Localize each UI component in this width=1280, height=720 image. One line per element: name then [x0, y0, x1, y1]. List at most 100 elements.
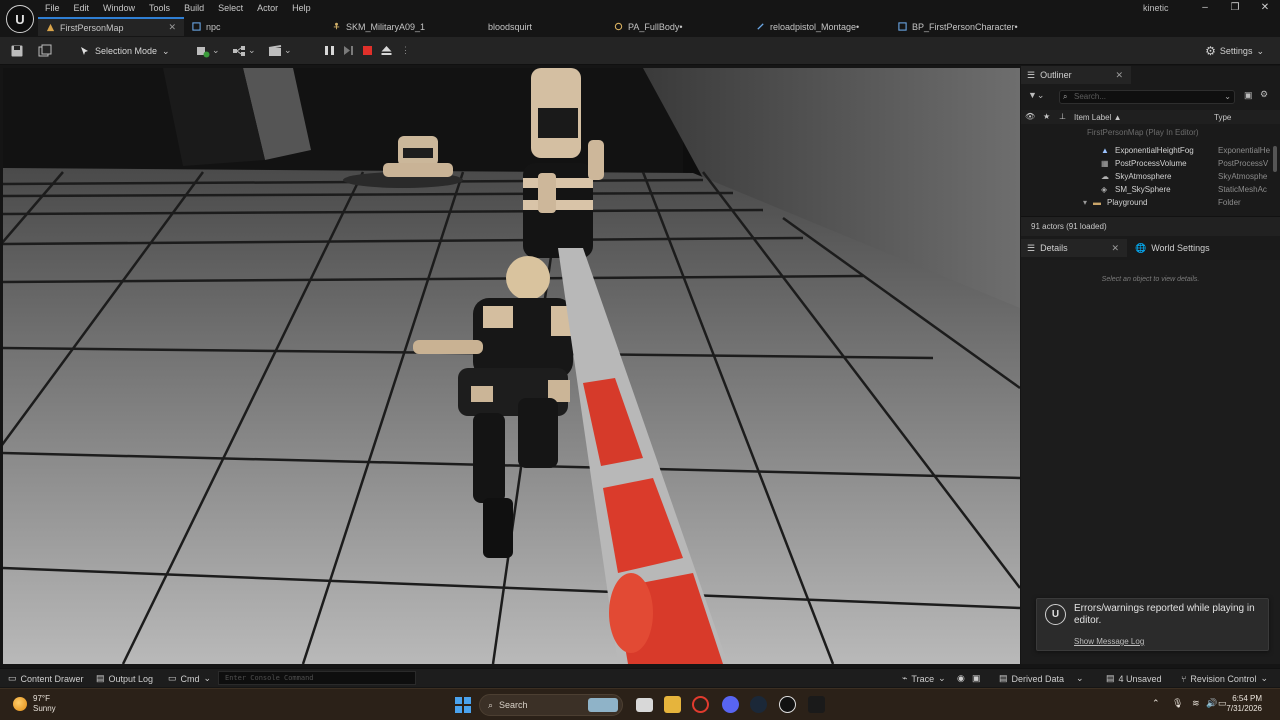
- visibility-icon[interactable]: 👁: [1025, 112, 1035, 121]
- chevron-down-icon[interactable]: ⌄: [284, 45, 292, 56]
- content-drawer-button[interactable]: ▭ Content Drawer: [8, 673, 84, 684]
- save-icon[interactable]: [10, 44, 24, 58]
- record-icon[interactable]: ◉: [957, 673, 965, 684]
- weather-widget[interactable]: 97°F Sunny: [13, 694, 56, 714]
- blueprints-icon[interactable]: [232, 44, 246, 58]
- screenshot-icon[interactable]: ▣: [972, 673, 981, 684]
- outliner-row[interactable]: ◈ SM_SkySphere StaticMeshAc: [1021, 184, 1276, 197]
- tab-npc[interactable]: npc: [184, 17, 324, 36]
- cinematics-icon[interactable]: [268, 44, 282, 58]
- tab-details[interactable]: ☰ Details ✕: [1021, 239, 1127, 257]
- row-type: StaticMeshAc: [1218, 185, 1267, 194]
- outliner-root-row[interactable]: FirstPersonMap (Play In Editor): [1021, 127, 1276, 140]
- close-icon[interactable]: ✕: [1250, 1, 1280, 15]
- tray-chevron-icon[interactable]: ⌃: [1152, 698, 1160, 709]
- windows-start-icon[interactable]: [455, 697, 471, 713]
- show-message-log-link[interactable]: Show Message Log: [1074, 637, 1144, 646]
- add-actor-icon[interactable]: [196, 44, 210, 58]
- gear-icon[interactable]: ⚙: [1260, 89, 1268, 100]
- outliner-row[interactable]: ☁ SkyAtmosphere SkyAtmosphe: [1021, 171, 1276, 184]
- row-type: Folder: [1218, 198, 1241, 207]
- filter-icon[interactable]: ▼⌄: [1028, 90, 1044, 101]
- opera-icon[interactable]: [692, 696, 709, 713]
- outliner-search-input[interactable]: ⌕ Search... ⌄: [1059, 90, 1235, 104]
- close-tab-icon[interactable]: ✕: [1115, 70, 1123, 81]
- tab-bp-firstpersoncharacter[interactable]: BP_FirstPersonCharacter•: [890, 17, 1065, 36]
- chevron-down-icon: ⌄: [1224, 92, 1231, 101]
- menu-help[interactable]: Help: [285, 2, 318, 14]
- tab-pa-fullbody[interactable]: PA_FullBody•: [606, 17, 748, 36]
- close-tab-icon[interactable]: ✕: [168, 22, 176, 33]
- menu-edit[interactable]: Edit: [67, 2, 97, 14]
- steam-icon[interactable]: [750, 696, 767, 713]
- unreal-logo-icon: U: [1045, 604, 1066, 625]
- menu-file[interactable]: File: [38, 2, 67, 14]
- system-clock[interactable]: 6:54 PM 7/31/2026: [1226, 694, 1262, 714]
- microphone-icon[interactable]: 🎙: [1172, 698, 1183, 709]
- stop-button[interactable]: [360, 43, 375, 58]
- tab-label: reloadpistol_Montage•: [770, 21, 860, 32]
- content-browser-icon[interactable]: [38, 44, 52, 58]
- revision-control-button[interactable]: ⑂ Revision Control ⌄: [1181, 673, 1268, 684]
- pause-button[interactable]: [322, 43, 337, 58]
- add-folder-icon[interactable]: ▣: [1244, 90, 1253, 101]
- menu-build[interactable]: Build: [177, 2, 211, 14]
- menu-window[interactable]: Window: [96, 2, 142, 14]
- wifi-icon[interactable]: ≋: [1192, 698, 1200, 709]
- chevron-down-icon: ⌄: [1260, 673, 1268, 683]
- favorite-icon[interactable]: ★: [1043, 112, 1050, 121]
- unreal-engine-icon[interactable]: [779, 696, 796, 713]
- taskbar-search[interactable]: ⌕ Search: [479, 694, 623, 716]
- close-tab-icon[interactable]: ✕: [1111, 243, 1119, 254]
- expand-chevron-icon[interactable]: ▾: [1083, 198, 1087, 207]
- more-options-icon[interactable]: ⋮: [398, 43, 413, 58]
- pin-icon[interactable]: ⊥: [1059, 112, 1066, 121]
- unsaved-button[interactable]: ▤ 4 Unsaved: [1106, 673, 1162, 684]
- battery-icon[interactable]: ▭: [1218, 698, 1227, 709]
- tab-world-settings[interactable]: 🌐 World Settings: [1129, 239, 1239, 257]
- sky-atmosphere-icon: ☁: [1101, 172, 1109, 181]
- eject-button[interactable]: [379, 43, 394, 58]
- cmd-dropdown[interactable]: ▭ Cmd ⌄: [168, 673, 211, 684]
- volume-icon[interactable]: 🔊: [1206, 698, 1217, 709]
- restore-icon[interactable]: ❐: [1220, 1, 1250, 15]
- selection-mode-dropdown[interactable]: Selection Mode ⌄: [80, 43, 170, 59]
- tab-outliner[interactable]: ☰ Outliner ✕: [1021, 66, 1131, 84]
- fog-icon: ▲: [1101, 146, 1109, 155]
- menu-actor[interactable]: Actor: [250, 2, 285, 14]
- tab-reloadpistol-montage[interactable]: reloadpistol_Montage•: [748, 17, 890, 36]
- level-viewport[interactable]: [3, 68, 1020, 664]
- stop-icon: [363, 46, 372, 55]
- menu-tools[interactable]: Tools: [142, 2, 177, 14]
- output-log-button[interactable]: ▤ Output Log: [96, 673, 153, 684]
- task-view-icon[interactable]: [636, 698, 653, 712]
- unreal-logo-icon[interactable]: U: [6, 5, 34, 33]
- skip-frame-button[interactable]: [341, 43, 356, 58]
- tab-skeletal-mesh[interactable]: SKM_MilitaryA09_1: [324, 17, 466, 36]
- outliner-row[interactable]: ▦ PostProcessVolume PostProcessV: [1021, 158, 1276, 171]
- minimize-icon[interactable]: –: [1190, 1, 1220, 15]
- console-command-input[interactable]: Enter Console Command: [218, 671, 416, 685]
- trace-dropdown[interactable]: ⌁ Trace ⌄: [902, 673, 946, 684]
- chevron-down-icon[interactable]: ⌄: [248, 45, 256, 56]
- column-item-label[interactable]: Item Label ▲: [1074, 113, 1122, 122]
- epic-games-icon[interactable]: [808, 696, 825, 713]
- column-type[interactable]: Type: [1214, 113, 1231, 122]
- settings-button[interactable]: ⚙ Settings ⌄: [1205, 44, 1264, 58]
- outliner-row[interactable]: ▲ ExponentialHeightFog ExponentialHe: [1021, 145, 1276, 158]
- outliner-scrollbar[interactable]: [1273, 146, 1277, 172]
- outliner-row[interactable]: ▾ ▬ Playground Folder: [1021, 197, 1276, 210]
- tab-firstpersonmap[interactable]: FirstPersonMap ✕: [38, 17, 184, 36]
- file-explorer-icon[interactable]: [664, 696, 681, 713]
- derived-data-dropdown[interactable]: ▤ Derived Data ⌄: [999, 673, 1084, 684]
- tab-bloodsquirt[interactable]: bloodsquirt: [466, 17, 606, 36]
- search-icon: ⌕: [488, 699, 494, 710]
- chevron-down-icon: ⌄: [203, 673, 212, 683]
- details-tab-label: Details: [1040, 243, 1068, 253]
- discord-icon[interactable]: [722, 696, 739, 713]
- menu-select[interactable]: Select: [211, 2, 250, 14]
- chevron-down-icon[interactable]: ⌄: [212, 45, 220, 56]
- row-label: SkyAtmosphere: [1115, 172, 1172, 181]
- notification-message: Errors/warnings reported while playing i…: [1074, 603, 1255, 626]
- derived-data-icon: ▤: [999, 673, 1008, 683]
